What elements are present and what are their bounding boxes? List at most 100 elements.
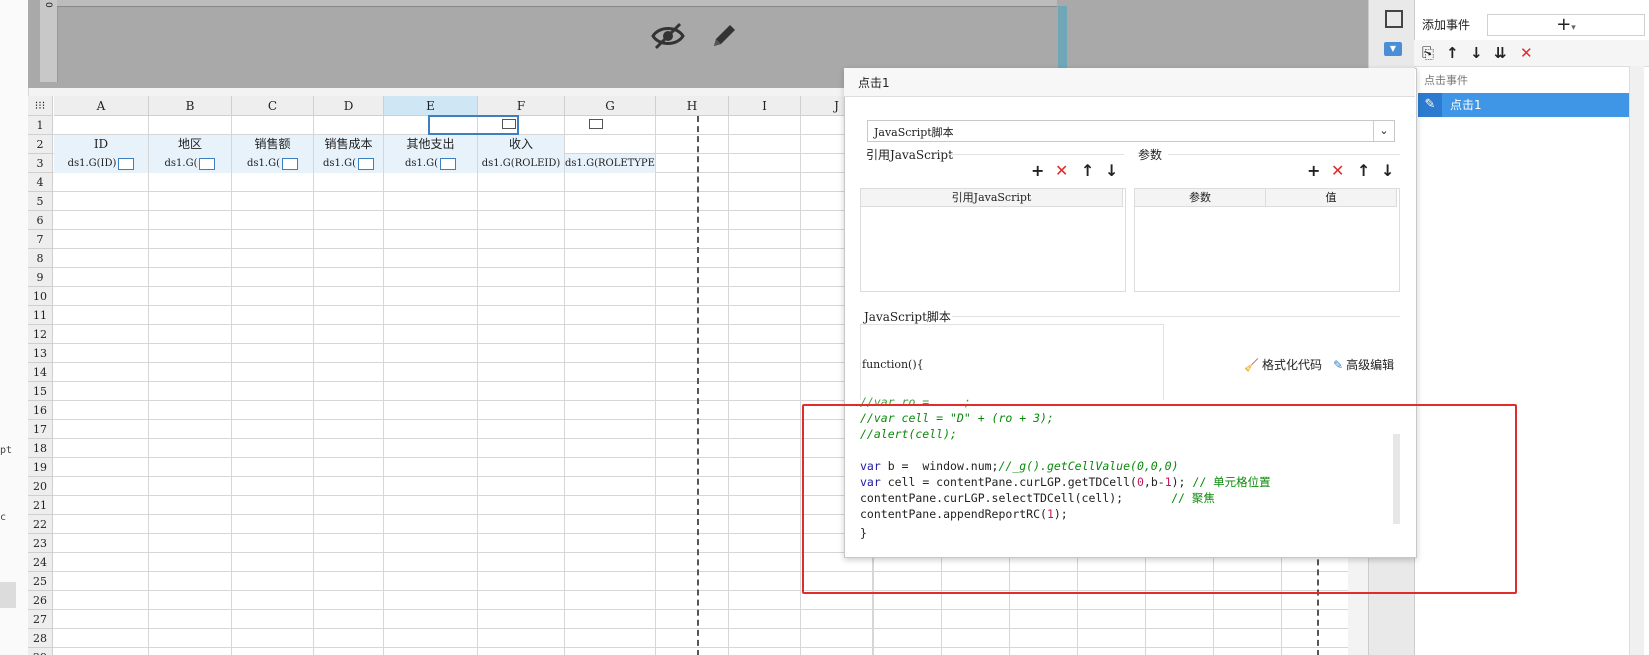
row-header[interactable]: 2: [28, 135, 53, 154]
function-signature: function(){: [862, 358, 924, 371]
page-break-line: [697, 116, 699, 655]
row-header[interactable]: 6: [28, 211, 53, 230]
data-cell[interactable]: ds1.G(: [149, 154, 231, 173]
ref-js-table[interactable]: 引用JavaScript: [860, 188, 1126, 292]
row-header[interactable]: 26: [28, 591, 53, 610]
header-cell-sales[interactable]: 销售额: [232, 135, 313, 154]
row-header[interactable]: 27: [28, 610, 53, 629]
square-icon[interactable]: [1385, 10, 1403, 28]
advanced-edit-label: 高级编辑: [1346, 358, 1395, 372]
row-header[interactable]: 18: [28, 439, 53, 458]
header-cell-region[interactable]: 地区: [149, 135, 231, 154]
section-divider: [1168, 154, 1400, 155]
widget-icon: [589, 119, 603, 129]
column-header-a[interactable]: A: [54, 96, 149, 116]
data-cell-text: ds1.G(ID): [67, 158, 117, 169]
row-header[interactable]: 1: [28, 116, 53, 135]
advanced-edit-button[interactable]: ✎ 高级编辑: [1333, 356, 1394, 373]
row-header[interactable]: 3: [28, 154, 53, 173]
data-cell-text: ds1.G(ROLEID): [481, 158, 561, 169]
format-code-button[interactable]: 🧹 格式化代码: [1244, 356, 1322, 373]
column-header-d[interactable]: D: [314, 96, 384, 116]
header-cell-other[interactable]: 其他支出: [384, 135, 477, 154]
row-header[interactable]: 9: [28, 268, 53, 287]
row-header[interactable]: 20: [28, 477, 53, 496]
remove-ref-icon[interactable]: ✕: [1055, 162, 1068, 180]
grid-line: [148, 116, 149, 655]
data-cell[interactable]: ds1.G(ROLEID): [478, 154, 564, 173]
row-header[interactable]: 22: [28, 515, 53, 534]
broom-icon: 🧹: [1244, 358, 1259, 372]
ref-js-column-header: 引用JavaScript: [861, 189, 1123, 207]
header-cell-income[interactable]: 收入: [478, 135, 564, 154]
script-type-value: JavaScript脚本: [874, 126, 954, 139]
data-cell[interactable]: ds1.G(: [314, 154, 383, 173]
widget-icon: [439, 157, 456, 170]
select-all-corner[interactable]: ⁝⁝⁝: [28, 96, 53, 116]
move-down-icon[interactable]: ↓: [1105, 162, 1118, 180]
move-up-icon[interactable]: ↑: [1081, 162, 1094, 180]
grid-line: [655, 116, 656, 655]
row-header[interactable]: 8: [28, 249, 53, 268]
event-item-click1[interactable]: ✎ 点击1: [1418, 93, 1629, 117]
row-header[interactable]: 7: [28, 230, 53, 249]
script-type-select[interactable]: JavaScript脚本 ⌄: [867, 120, 1395, 142]
grid-line: [53, 628, 1348, 629]
add-event-label: 添加事件: [1422, 18, 1471, 32]
row-header[interactable]: 15: [28, 382, 53, 401]
column-header-h[interactable]: H: [656, 96, 729, 116]
row-header[interactable]: 5: [28, 192, 53, 211]
row-header[interactable]: 28: [28, 629, 53, 648]
left-strip-text: pt: [0, 445, 13, 456]
add-param-icon[interactable]: +: [1307, 162, 1320, 180]
hide-eye-icon[interactable]: [650, 20, 686, 52]
add-event-button[interactable]: +▾: [1487, 14, 1645, 36]
edit-pencil-icon[interactable]: [708, 20, 740, 52]
sort-icon[interactable]: ⇊: [1494, 44, 1507, 62]
row-header[interactable]: 24: [28, 553, 53, 572]
row-header[interactable]: 11: [28, 306, 53, 325]
column-header-b[interactable]: B: [149, 96, 232, 116]
dialog-titlebar: 点击1: [844, 68, 1415, 97]
row-header[interactable]: 19: [28, 458, 53, 477]
column-header-i[interactable]: I: [729, 96, 801, 116]
data-cell[interactable]: ds1.G(: [232, 154, 313, 173]
row-header[interactable]: 13: [28, 344, 53, 363]
header-cell-cost[interactable]: 销售成本: [314, 135, 383, 154]
column-header-f[interactable]: F: [478, 96, 565, 116]
row-header[interactable]: 14: [28, 363, 53, 382]
header-cell-id[interactable]: ID: [54, 135, 148, 154]
move-up-icon[interactable]: ↑: [1446, 44, 1459, 62]
move-up-icon[interactable]: ↑: [1357, 162, 1370, 180]
data-cell[interactable]: ds1.G(: [384, 154, 477, 173]
row-header[interactable]: 4: [28, 173, 53, 192]
row-header[interactable]: 23: [28, 534, 53, 553]
data-cell-text: ds1.G(: [405, 158, 438, 169]
row-header[interactable]: 29: [28, 648, 53, 655]
move-down-icon[interactable]: ↓: [1470, 44, 1483, 62]
grid-line: [53, 609, 1348, 610]
chevron-down-icon[interactable]: ⌄: [1373, 121, 1394, 141]
params-table[interactable]: 参数 值: [1134, 188, 1400, 292]
row-header[interactable]: 10: [28, 287, 53, 306]
row-header[interactable]: 21: [28, 496, 53, 515]
event-group-label: 点击事件: [1424, 74, 1468, 87]
column-header-e[interactable]: E: [384, 96, 478, 116]
row-header[interactable]: 17: [28, 420, 53, 439]
row-header[interactable]: 25: [28, 572, 53, 591]
delete-icon[interactable]: ✕: [1520, 44, 1533, 62]
vertical-ruler: 0: [40, 0, 58, 82]
move-down-icon[interactable]: ↓: [1381, 162, 1394, 180]
column-header-g[interactable]: G: [565, 96, 656, 116]
data-cell[interactable]: ds1.G(ID): [54, 154, 148, 173]
copy-icon[interactable]: ⎘: [1422, 44, 1434, 62]
dropdown-icon[interactable]: ▼: [1384, 42, 1402, 56]
panel-scrollbar[interactable]: [1629, 66, 1644, 655]
ruler-zero: 0: [43, 2, 53, 8]
remove-param-icon[interactable]: ✕: [1331, 162, 1344, 180]
column-header-c[interactable]: C: [232, 96, 314, 116]
add-ref-icon[interactable]: +: [1031, 162, 1044, 180]
row-header[interactable]: 12: [28, 325, 53, 344]
row-header[interactable]: 16: [28, 401, 53, 420]
data-cell[interactable]: ds1.G(ROLETYPE): [565, 154, 655, 173]
